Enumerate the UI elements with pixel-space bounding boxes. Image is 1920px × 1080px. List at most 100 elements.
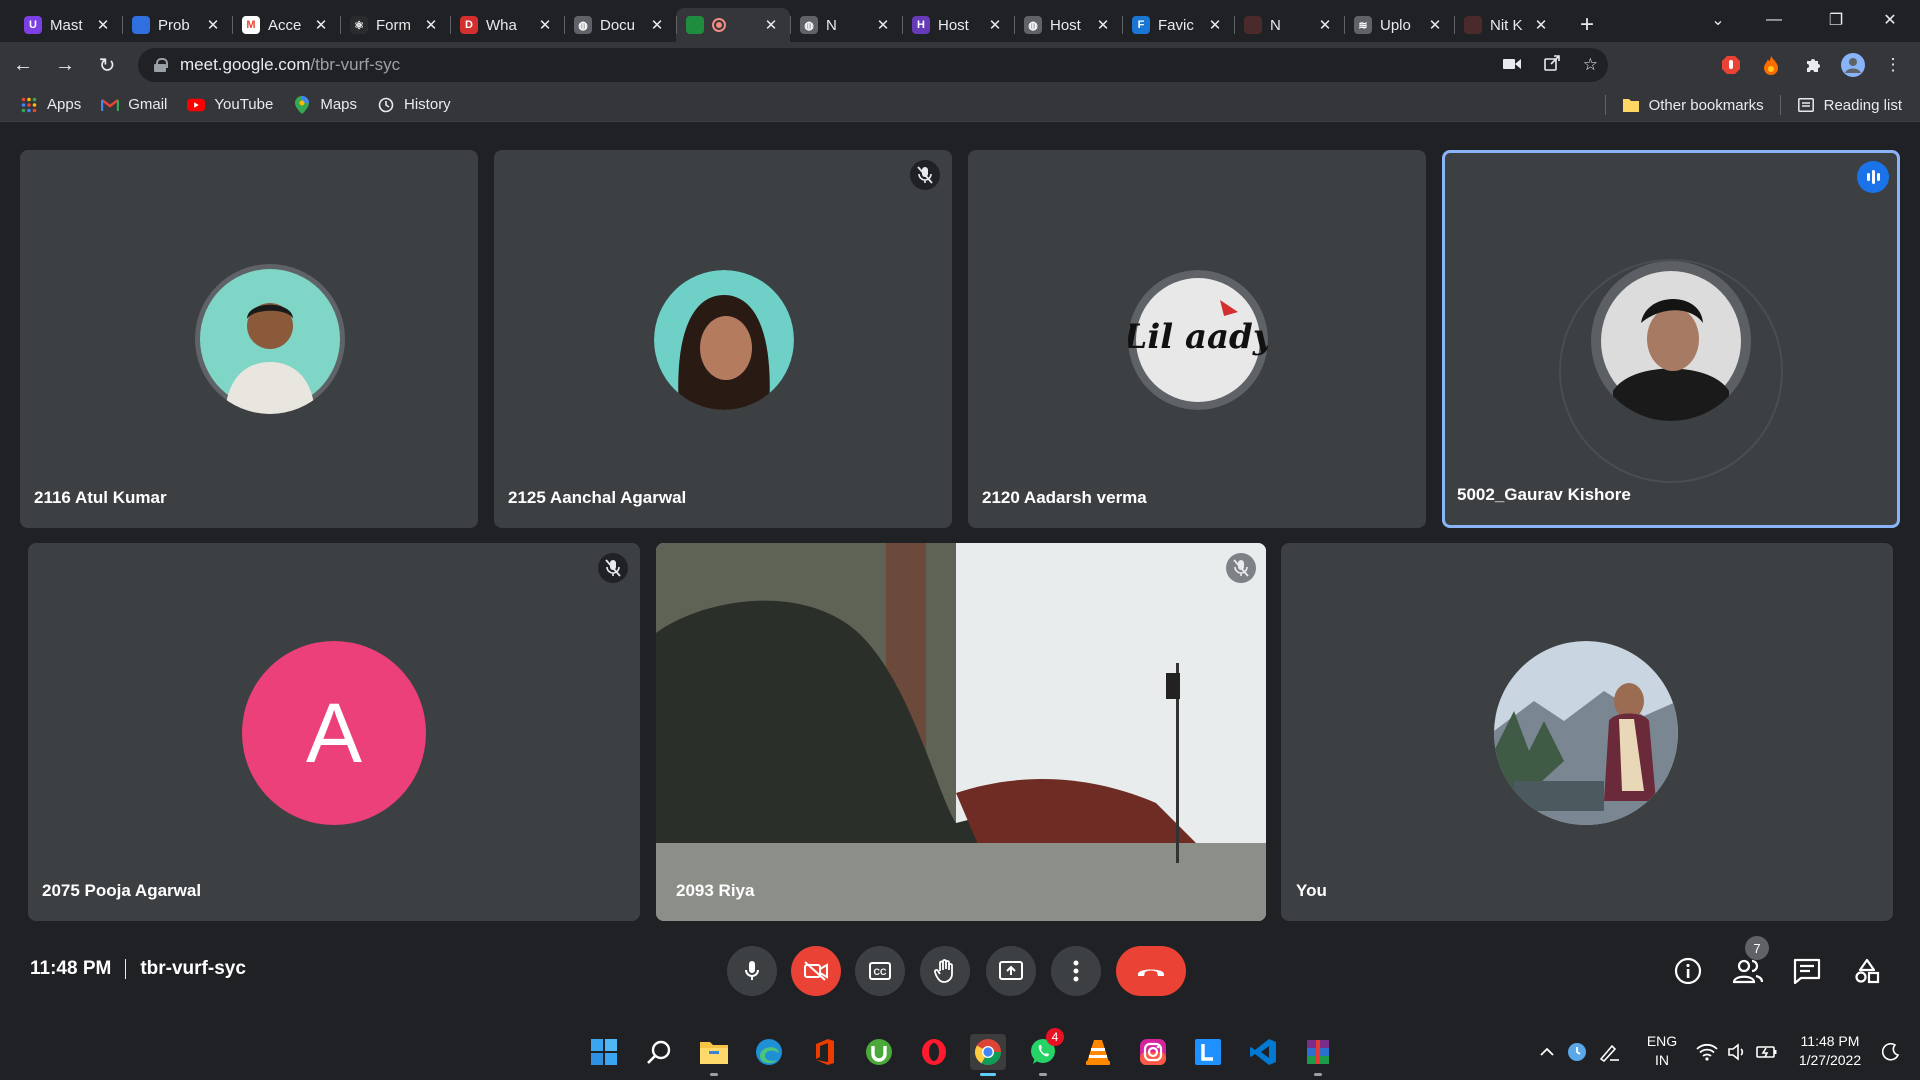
share-icon[interactable] — [1543, 54, 1561, 77]
participant-tile[interactable]: 2116 Atul Kumar — [20, 150, 478, 528]
participant-tile[interactable]: Lil aady 2120 Aadarsh verma — [968, 150, 1426, 528]
recording-dot-icon — [712, 18, 726, 32]
vscode-icon[interactable] — [1245, 1034, 1281, 1070]
windows-start-icon[interactable] — [586, 1034, 622, 1070]
participant-video-tile[interactable]: 2093 Riya — [656, 543, 1266, 921]
participant-tile-speaking[interactable]: 5002_Gaurav Kishore — [1442, 150, 1900, 528]
file-explorer-icon[interactable] — [696, 1034, 732, 1076]
tab-close-icon[interactable]: ✕ — [874, 16, 892, 34]
extensions-puzzle-icon[interactable] — [1798, 48, 1828, 82]
taskbar-clock[interactable]: 11:48 PM 1/27/2022 — [1790, 1032, 1870, 1070]
winrar-icon[interactable] — [1300, 1034, 1336, 1076]
volume-icon[interactable] — [1722, 1034, 1752, 1070]
tab-favicon-icon: ◍ — [800, 16, 818, 34]
people-button[interactable]: 7 — [1727, 936, 1769, 992]
tab-close-icon[interactable]: ✕ — [648, 16, 666, 34]
notification-center-icon[interactable] — [1876, 1034, 1906, 1070]
browser-tab[interactable]: M Acce ✕ — [232, 8, 340, 42]
browser-tab[interactable]: Prob ✕ — [122, 8, 232, 42]
browser-tab[interactable]: U Mast ✕ — [14, 8, 122, 42]
vlc-icon[interactable] — [1080, 1034, 1116, 1070]
reload-icon[interactable]: ↻ — [90, 48, 124, 82]
browser-tab[interactable]: ◍ Docu ✕ — [564, 8, 676, 42]
chrome-menu-icon[interactable]: ⋮ — [1878, 48, 1908, 82]
browser-tab[interactable]: ⚛ Form ✕ — [340, 8, 450, 42]
browser-tab[interactable]: F Favic ✕ — [1122, 8, 1234, 42]
tray-pen-icon[interactable] — [1594, 1034, 1624, 1070]
meeting-info-button[interactable] — [1667, 950, 1709, 992]
self-tile[interactable]: You — [1281, 543, 1893, 921]
search-icon[interactable] — [641, 1034, 677, 1070]
activities-button[interactable] — [1846, 950, 1888, 992]
whatsapp-icon[interactable]: 4 — [1025, 1028, 1064, 1076]
battery-charging-icon[interactable] — [1752, 1034, 1782, 1070]
bookmark-gmail[interactable]: Gmail — [91, 91, 177, 119]
browser-tab[interactable]: ≋ Uplo ✕ — [1344, 8, 1454, 42]
profile-avatar[interactable] — [1838, 48, 1868, 82]
chat-button[interactable] — [1786, 950, 1828, 992]
browser-tab[interactable]: Nit K ✕ — [1454, 8, 1560, 42]
apps-grid-icon — [20, 96, 38, 114]
tab-close-icon[interactable]: ✕ — [312, 16, 330, 34]
wifi-icon[interactable] — [1692, 1034, 1722, 1070]
tab-close-icon[interactable]: ✕ — [1426, 16, 1444, 34]
participant-tile[interactable]: 2125 Aanchal Agarwal — [494, 150, 952, 528]
avatar — [1591, 261, 1751, 421]
input-language[interactable]: ENG IN — [1642, 1032, 1682, 1070]
tray-clock-app-icon[interactable] — [1562, 1034, 1592, 1070]
flame-extension-icon[interactable] — [1756, 48, 1786, 82]
browser-tab[interactable]: D Wha ✕ — [450, 8, 564, 42]
present-screen-button[interactable] — [986, 946, 1036, 996]
tab-close-icon[interactable]: ✕ — [1206, 16, 1224, 34]
tab-search-icon[interactable]: ⌄ — [1690, 0, 1746, 40]
browser-tab[interactable]: N ✕ — [1234, 8, 1344, 42]
tab-active[interactable]: ✕ — [676, 8, 790, 42]
browser-tab[interactable]: H Host ✕ — [902, 8, 1014, 42]
browser-tab[interactable]: ◍ Host ✕ — [1014, 8, 1122, 42]
captions-button[interactable]: CC — [855, 946, 905, 996]
bookmark-history[interactable]: History — [367, 91, 461, 119]
tab-close-icon[interactable]: ✕ — [1316, 16, 1334, 34]
bookmark-youtube[interactable]: YouTube — [177, 91, 283, 119]
tab-title: Host — [938, 16, 969, 34]
tab-close-icon[interactable]: ✕ — [94, 16, 112, 34]
tab-favicon-icon: M — [242, 16, 260, 34]
chrome-icon[interactable] — [970, 1034, 1006, 1076]
close-window-icon[interactable]: ✕ — [1862, 0, 1918, 40]
tab-close-icon[interactable]: ✕ — [1532, 16, 1550, 34]
tray-overflow-chevron-icon[interactable] — [1532, 1034, 1562, 1070]
restore-icon[interactable]: ❐ — [1808, 0, 1864, 40]
opera-icon[interactable] — [916, 1034, 952, 1070]
edge-icon[interactable] — [751, 1034, 787, 1070]
leave-call-button[interactable] — [1116, 946, 1186, 996]
reading-list-button[interactable]: Reading list — [1787, 91, 1912, 119]
office-icon[interactable] — [806, 1034, 842, 1070]
bookmark-maps[interactable]: Maps — [283, 91, 367, 119]
tab-close-icon[interactable]: ✕ — [422, 16, 440, 34]
bookmark-star-icon[interactable]: ☆ — [1583, 55, 1598, 75]
raise-hand-button[interactable] — [920, 946, 970, 996]
camera-icon[interactable] — [1502, 55, 1521, 75]
more-options-button[interactable] — [1051, 946, 1101, 996]
l-app-icon[interactable] — [1190, 1034, 1226, 1070]
minimize-icon[interactable]: — — [1746, 0, 1802, 40]
new-tab-button[interactable]: + — [1570, 8, 1604, 42]
forward-icon[interactable]: → — [48, 48, 82, 82]
browser-tab[interactable]: ◍ N ✕ — [790, 8, 902, 42]
address-bar[interactable]: meet.google.com/tbr-vurf-syc ☆ — [138, 48, 1608, 82]
bookmark-apps[interactable]: Apps — [10, 91, 91, 119]
participant-tile[interactable]: A 2075 Pooja Agarwal — [28, 543, 640, 921]
utorrent-icon[interactable] — [861, 1034, 897, 1070]
tab-close-icon[interactable]: ✕ — [762, 16, 780, 34]
instagram-icon[interactable] — [1135, 1034, 1171, 1070]
microphone-button[interactable] — [727, 946, 777, 996]
back-icon[interactable]: ← — [6, 48, 40, 82]
tab-close-icon[interactable]: ✕ — [536, 16, 554, 34]
lock-icon[interactable] — [154, 58, 168, 72]
bookmark-other[interactable]: Other bookmarks — [1612, 91, 1774, 119]
adblock-extension-icon[interactable] — [1716, 48, 1746, 82]
tab-close-icon[interactable]: ✕ — [1094, 16, 1112, 34]
tab-close-icon[interactable]: ✕ — [204, 16, 222, 34]
tab-close-icon[interactable]: ✕ — [986, 16, 1004, 34]
camera-off-button[interactable] — [791, 946, 841, 996]
